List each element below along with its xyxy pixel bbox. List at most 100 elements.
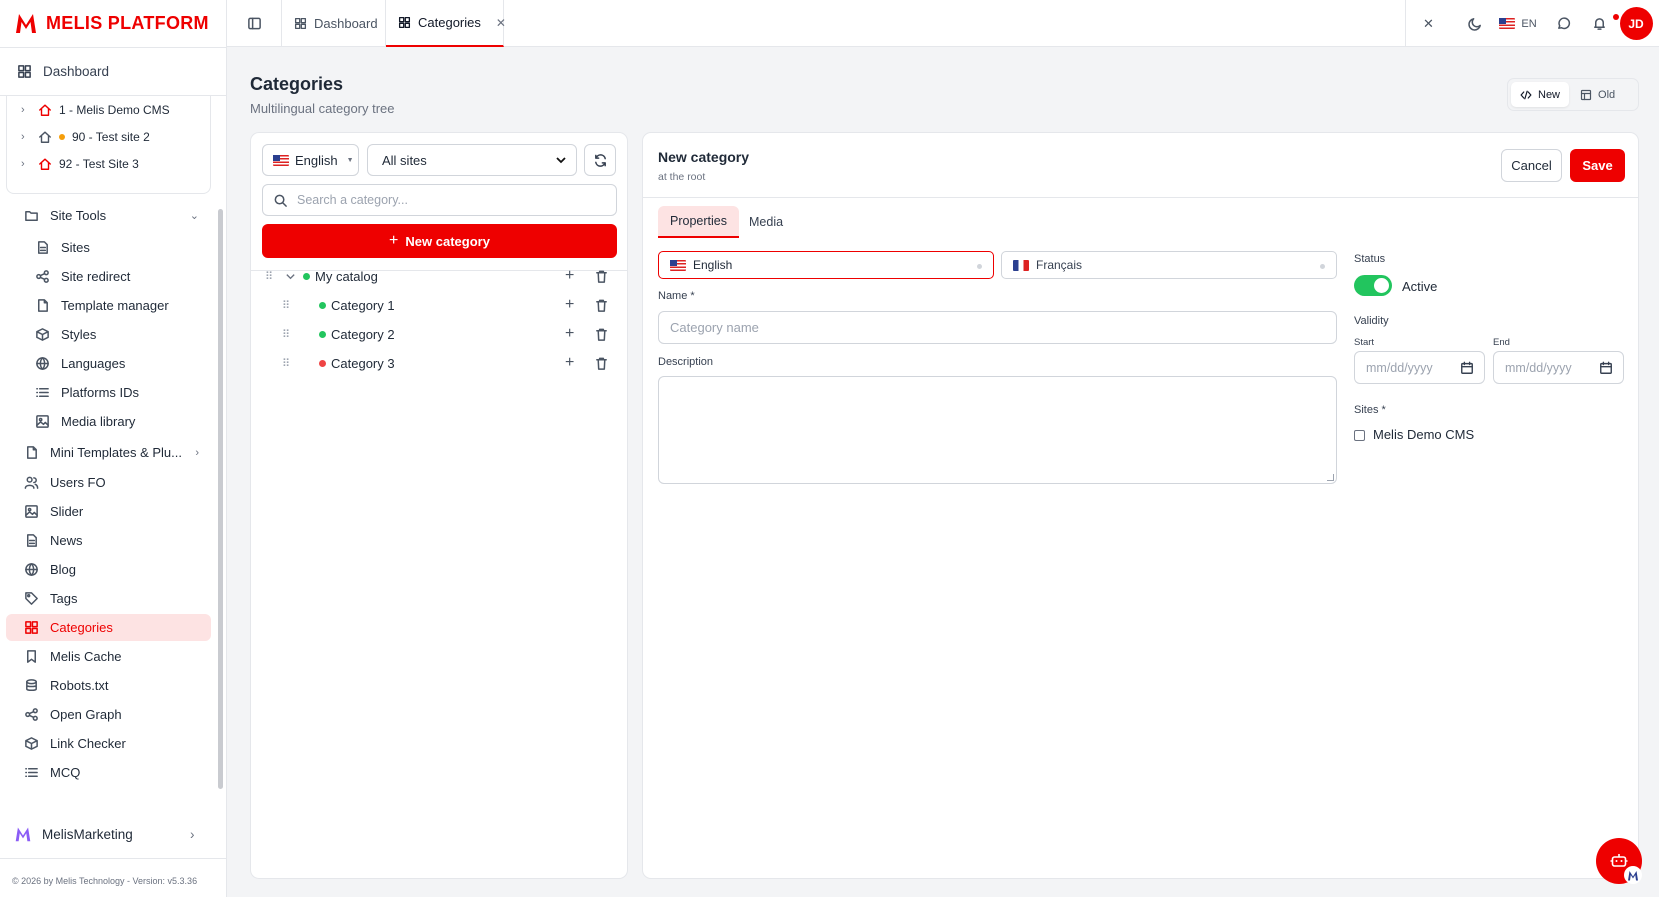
tree-node-label: Category 1 xyxy=(331,297,395,313)
sidebar-item-site-tools[interactable]: Site Tools ⌄ xyxy=(6,202,211,229)
view-old-button[interactable]: Old xyxy=(1571,82,1624,107)
drag-handle-icon[interactable]: ⠿ xyxy=(282,328,290,341)
chevron-right-icon[interactable]: › xyxy=(21,104,31,116)
category-search-input[interactable]: Search a category... xyxy=(262,184,617,216)
tree-node[interactable]: ⠿ My catalog + xyxy=(251,262,627,290)
drag-handle-icon[interactable]: ⠿ xyxy=(265,270,273,283)
language-switcher[interactable]: EN xyxy=(1495,0,1541,47)
view-new-button[interactable]: New xyxy=(1511,82,1570,107)
add-child-icon[interactable]: + xyxy=(565,354,574,372)
sidebar-item-mcq[interactable]: MCQ xyxy=(6,759,211,786)
sidebar-item-robots[interactable]: Robots.txt xyxy=(6,672,211,699)
sidebar-item-users-fo[interactable]: Users FO xyxy=(6,469,211,496)
caret-down-icon: ▼ xyxy=(346,156,354,164)
sidebar-item-languages[interactable]: Languages xyxy=(6,350,211,377)
category-name-input[interactable]: Category name xyxy=(658,311,1337,344)
sidebar-item-mini-templates[interactable]: Mini Templates & Plu... › xyxy=(6,439,211,466)
resize-handle-icon[interactable] xyxy=(1327,474,1334,481)
end-date-input[interactable]: mm/dd/yyyy xyxy=(1493,351,1624,384)
sidebar-item-link-checker[interactable]: Link Checker xyxy=(6,730,211,757)
description-textarea[interactable] xyxy=(658,376,1337,484)
sidebar-item-tags[interactable]: Tags xyxy=(6,585,211,612)
sidebar-item-categories[interactable]: Categories xyxy=(6,614,211,641)
sidebar-item-styles[interactable]: Styles xyxy=(6,321,211,348)
sidebar-item-platforms-ids[interactable]: Platforms IDs xyxy=(6,379,211,406)
new-category-button[interactable]: + New category xyxy=(262,224,617,258)
sidebar-item-sites[interactable]: Sites xyxy=(6,234,211,261)
cube-icon xyxy=(35,327,50,342)
sidebar-item-label: Open Graph xyxy=(50,707,122,722)
sidebar-item-label: Melis Cache xyxy=(50,649,122,664)
app-logo[interactable]: MELIS PLATFORM xyxy=(14,11,209,35)
sidebar-item-melis-marketing[interactable]: MelisMarketing › xyxy=(14,826,195,842)
status-dot xyxy=(59,134,65,140)
site-tree: › 1 - Melis Demo CMS › 90 - Test site 2 … xyxy=(6,96,211,194)
calendar-icon[interactable] xyxy=(1460,361,1474,375)
add-child-icon[interactable]: + xyxy=(565,267,574,285)
tree-node[interactable]: ⠿ Category 1 + xyxy=(251,291,627,319)
cube-icon xyxy=(24,736,39,751)
close-tab-icon[interactable]: ✕ xyxy=(496,16,506,30)
sidebar-item-blog[interactable]: Blog xyxy=(6,556,211,583)
site-tree-item[interactable]: › 92 - Test Site 3 xyxy=(21,157,139,171)
tree-node[interactable]: ⠿ Category 2 + xyxy=(251,320,627,348)
tree-language-select[interactable]: English ▼ xyxy=(262,144,359,176)
drag-handle-icon[interactable]: ⠿ xyxy=(282,357,290,370)
trash-icon[interactable] xyxy=(594,298,609,313)
sidebar-item-open-graph[interactable]: Open Graph xyxy=(6,701,211,728)
sidebar-scrollbar[interactable] xyxy=(218,209,223,789)
tab-media[interactable]: Media xyxy=(737,206,795,238)
brand-name: MELIS PLATFORM xyxy=(46,12,209,33)
page-subtitle: Multilingual category tree xyxy=(250,101,395,116)
language-tab-francais[interactable]: Français xyxy=(1001,251,1337,279)
sidebar-item-news[interactable]: News xyxy=(6,527,211,554)
cancel-button[interactable]: Cancel xyxy=(1501,149,1562,182)
status-toggle[interactable] xyxy=(1354,275,1392,296)
site-tree-item[interactable]: › 1 - Melis Demo CMS xyxy=(21,103,170,117)
status-label: Status xyxy=(1354,253,1386,265)
site-checkbox[interactable] xyxy=(1354,430,1365,441)
add-child-icon[interactable]: + xyxy=(565,296,574,314)
sidebar-item-template-manager[interactable]: Template manager xyxy=(6,292,211,319)
tab-categories[interactable]: Categories ✕ xyxy=(386,0,506,47)
language-tab-english[interactable]: English xyxy=(658,251,994,279)
trash-icon[interactable] xyxy=(594,356,609,371)
sidebar-item-label: MCQ xyxy=(50,765,81,780)
layout-icon xyxy=(1580,89,1592,101)
language-code: EN xyxy=(1521,17,1537,30)
sidebar-item-dashboard[interactable]: Dashboard xyxy=(0,47,227,96)
sidebar-item-label: Robots.txt xyxy=(50,678,109,693)
chat-icon xyxy=(1556,16,1571,31)
sidebar-item-slider[interactable]: Slider xyxy=(6,498,211,525)
site-filter-select[interactable]: All sites xyxy=(367,144,577,176)
calendar-icon[interactable] xyxy=(1599,361,1613,375)
site-tree-item[interactable]: › 90 - Test site 2 xyxy=(21,130,150,144)
close-all-tabs-button[interactable]: ✕ xyxy=(1405,0,1451,47)
site-checkbox-label[interactable]: Melis Demo CMS xyxy=(1373,427,1474,442)
sidebar-item-label: Site Tools xyxy=(50,208,107,223)
trash-icon[interactable] xyxy=(594,327,609,342)
tab-label: Dashboard xyxy=(314,16,378,31)
tree-node[interactable]: ⠿ Category 3 + xyxy=(251,349,627,377)
save-button[interactable]: Save xyxy=(1570,149,1625,182)
sidebar-item-site-redirect[interactable]: Site redirect xyxy=(6,263,211,290)
start-date-input[interactable]: mm/dd/yyyy xyxy=(1354,351,1485,384)
sidebar-item-media-library[interactable]: Media library xyxy=(6,408,211,435)
chevron-right-icon[interactable]: › xyxy=(21,158,31,170)
sidebar-item-melis-cache[interactable]: Melis Cache xyxy=(6,643,211,670)
messages-button[interactable] xyxy=(1545,0,1581,47)
trash-icon[interactable] xyxy=(594,269,609,284)
bookmark-icon xyxy=(24,649,39,664)
user-menu[interactable]: JD xyxy=(1616,0,1656,47)
dark-mode-button[interactable] xyxy=(1457,0,1493,47)
notifications-button[interactable] xyxy=(1581,0,1619,47)
refresh-button[interactable] xyxy=(584,144,616,176)
chevron-down-icon[interactable] xyxy=(285,271,296,282)
sidebar-toggle-button[interactable] xyxy=(227,0,282,47)
tab-dashboard[interactable]: Dashboard xyxy=(282,0,386,47)
tab-properties[interactable]: Properties xyxy=(658,206,739,238)
drag-handle-icon[interactable]: ⠿ xyxy=(282,299,290,312)
add-child-icon[interactable]: + xyxy=(565,325,574,343)
fr-flag-icon xyxy=(1013,259,1029,271)
chevron-right-icon[interactable]: › xyxy=(21,131,31,143)
